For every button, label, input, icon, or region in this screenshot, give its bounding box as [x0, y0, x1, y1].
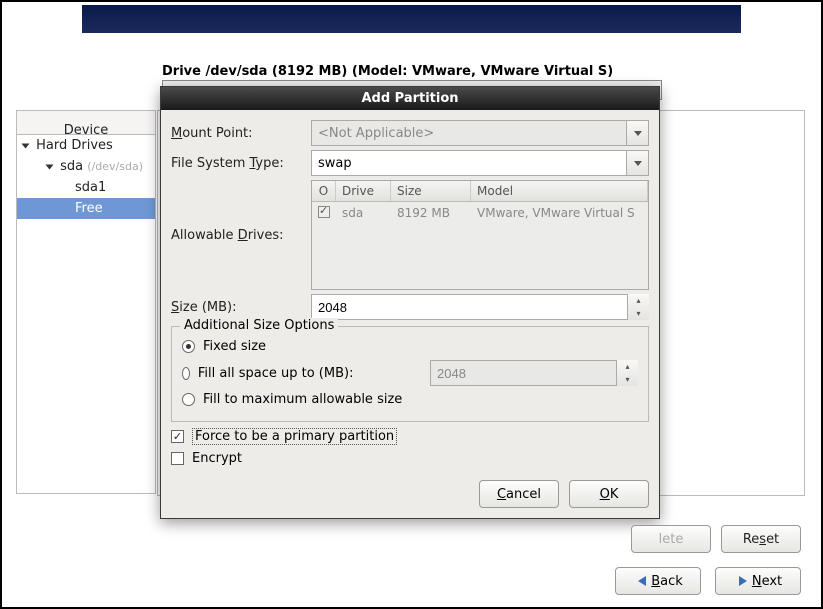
drives-header-size: Size [391, 181, 471, 201]
tree-row-sda[interactable]: sda (/dev/sda) [17, 156, 155, 177]
drives-header-row: O Drive Size Model [312, 181, 648, 202]
size-label: Size (MB): [171, 300, 311, 315]
disclosure-icon [46, 164, 54, 169]
drives-row[interactable]: sda 8192 MB VMware, VMware Virtual S [312, 202, 648, 225]
tree-label: Free [75, 201, 103, 216]
mount-point-value: <Not Applicable> [318, 126, 434, 141]
fill-up-to-spinner: ▴▾ [430, 360, 638, 386]
encrypt-checkbox[interactable] [171, 452, 184, 465]
dialog-title: Add Partition [161, 87, 659, 110]
cancel-button[interactable]: Cancel [479, 480, 559, 508]
tree-label: sda [60, 159, 83, 174]
drive-size: 8192 MB [391, 206, 471, 221]
allowable-drives-label: Allowable Drives: [171, 228, 311, 243]
drives-header-drive: Drive [336, 181, 391, 201]
radio-icon[interactable] [182, 393, 195, 406]
arrow-right-icon [739, 576, 747, 586]
installer-header [82, 5, 741, 33]
fs-type-label: File System Type: [171, 156, 311, 171]
tree-disk-path: (/dev/sda) [87, 160, 143, 173]
arrow-left-icon [638, 576, 646, 586]
spinner-arrows: ▴▾ [616, 360, 638, 386]
mount-point-label: Mount Point: [171, 126, 311, 141]
tree-label: Hard Drives [36, 138, 113, 153]
add-partition-dialog: Add Partition Mount Point: <Not Applicab… [160, 86, 660, 519]
ok-button[interactable]: OK [569, 480, 649, 508]
drive-model: VMware, VMware Virtual S [471, 206, 648, 221]
radio-icon[interactable] [182, 367, 190, 380]
nav-buttons: Back Next [615, 567, 801, 595]
device-tree[interactable]: Hard Drives sda (/dev/sda) sda1 Free [16, 134, 156, 494]
size-spinner[interactable]: ▴▾ [311, 294, 649, 320]
tree-row-sda1[interactable]: sda1 [17, 177, 155, 198]
radio-fill-up-to[interactable]: Fill all space up to (MB): ▴▾ [182, 360, 638, 386]
drives-header-model: Model [471, 181, 648, 201]
fs-type-value: swap [318, 156, 352, 171]
size-input[interactable] [311, 294, 649, 320]
mount-point-combo: <Not Applicable> [311, 120, 649, 146]
chevron-down-icon [626, 121, 648, 145]
fs-type-combo[interactable]: swap [311, 150, 649, 176]
next-button[interactable]: Next [715, 567, 801, 595]
additional-size-options: Additional Size Options Fixed size Fill … [171, 326, 649, 422]
reset-button[interactable]: Reset [721, 525, 801, 553]
drives-header-check: O [312, 181, 336, 201]
drive-checkbox[interactable] [318, 206, 330, 218]
delete-button[interactable]: lete [631, 525, 711, 553]
radio-fill-max[interactable]: Fill to maximum allowable size [182, 392, 638, 407]
tree-row-hard-drives[interactable]: Hard Drives [17, 135, 155, 156]
drive-name: sda [336, 206, 391, 221]
encrypt-check-row[interactable]: Encrypt [171, 451, 649, 466]
radio-icon[interactable] [182, 340, 195, 353]
fill-up-to-input [430, 360, 638, 386]
force-primary-checkbox[interactable] [171, 430, 184, 443]
chevron-down-icon[interactable] [626, 151, 648, 175]
tree-row-free[interactable]: Free [17, 198, 155, 219]
encrypt-label: Encrypt [192, 451, 242, 466]
main-action-buttons: lete Reset [631, 525, 801, 553]
force-primary-check-row[interactable]: Force to be a primary partition [171, 428, 649, 445]
additional-size-legend: Additional Size Options [180, 318, 338, 333]
allowable-drives-list[interactable]: O Drive Size Model sda 8192 MB VMware, V… [311, 180, 649, 290]
disclosure-icon [22, 143, 30, 148]
spinner-arrows[interactable]: ▴▾ [627, 294, 649, 320]
radio-fixed-size[interactable]: Fixed size [182, 339, 638, 354]
force-primary-label: Force to be a primary partition [192, 428, 397, 445]
tree-label: sda1 [75, 180, 106, 195]
back-button[interactable]: Back [615, 567, 701, 595]
drive-summary-label: Drive /dev/sda (8192 MB) (Model: VMware,… [162, 64, 613, 79]
